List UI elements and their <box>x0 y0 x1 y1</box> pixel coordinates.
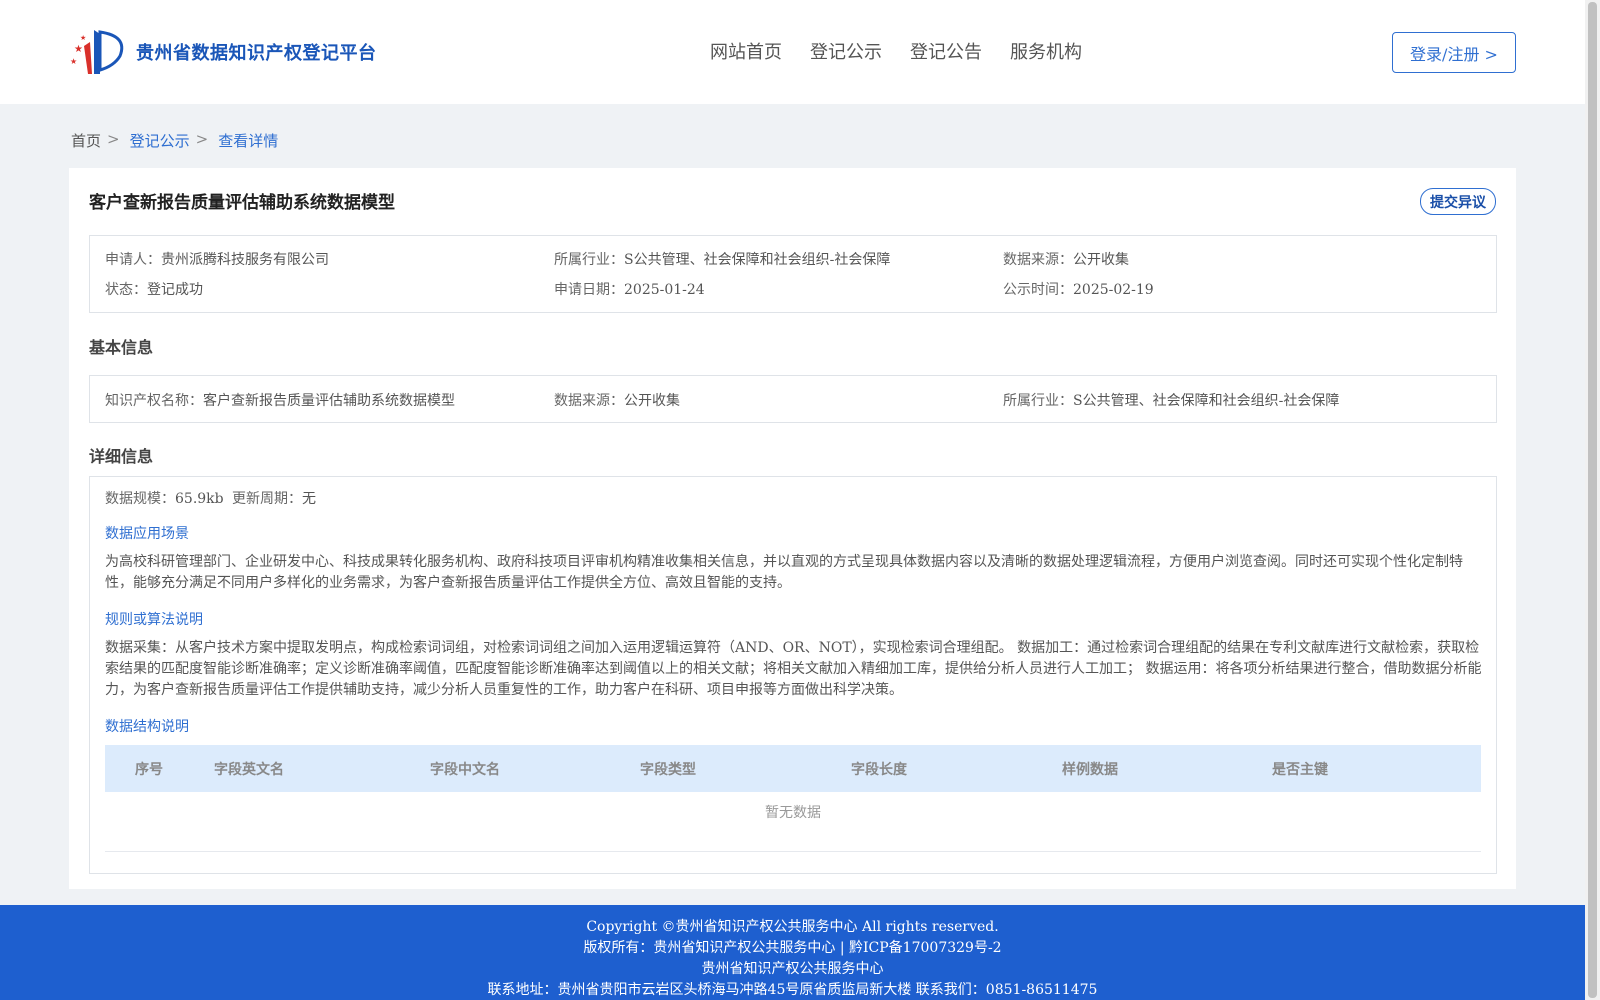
nav-item-registration-notice[interactable]: 登记公告 <box>910 38 982 64</box>
nav-item-service-agencies[interactable]: 服务机构 <box>1010 38 1082 64</box>
ip-name-label: 知识产权名称： <box>105 393 203 409</box>
data-scale-label: 数据规模： <box>105 491 175 507</box>
breadcrumb-separator: > <box>195 130 209 148</box>
basic-info-heading: 基本信息 <box>89 338 154 357</box>
basic-industry-field: 所属行业：S公共管理、社会保障和社会组织-社会保障 <box>1003 390 1339 410</box>
publish-time-field: 公示时间：2025-02-19 <box>1003 279 1154 299</box>
site-header: ★ ★ ★ 贵州省数据知识产权登记平台 网站首页 登记公示 登记公告 服务机构 … <box>0 0 1585 104</box>
industry-label: 所属行业： <box>554 252 624 268</box>
footer-contact: 联系地址：贵州省贵阳市云岩区头桥海马冲路45号原省质监局新大楼 联系我们：085… <box>487 982 1098 998</box>
submit-objection-button[interactable]: 提交异议 <box>1420 188 1496 215</box>
industry-value: S公共管理、社会保障和社会组织-社会保障 <box>624 252 891 268</box>
flag-logo-icon: ★ ★ ★ <box>70 30 124 74</box>
applicant-value: 贵州派腾科技服务有限公司 <box>161 252 329 268</box>
page-scrollbar[interactable] <box>1585 0 1600 1000</box>
summary-box: 申请人：贵州派腾科技服务有限公司 所属行业：S公共管理、社会保障和社会组织-社会… <box>89 235 1497 313</box>
basic-source-value: 公开收集 <box>624 393 680 409</box>
breadcrumb: 首页 > 登记公示 > 查看详情 <box>71 130 278 151</box>
update-cycle-field: 更新周期：无 <box>232 488 316 508</box>
page-title: 客户查新报告质量评估辅助系统数据模型 <box>89 193 395 213</box>
site-title: 贵州省数据知识产权登记平台 <box>136 43 377 64</box>
update-cycle-label: 更新周期： <box>232 491 302 507</box>
svg-text:★: ★ <box>80 34 86 42</box>
main-nav: 网站首页 登记公示 登记公告 服务机构 <box>710 38 1082 64</box>
update-cycle-value: 无 <box>302 491 316 507</box>
column-header-field-length: 字段长度 <box>851 762 907 778</box>
source-field: 数据来源：公开收集 <box>1003 249 1129 269</box>
ip-name-value: 客户查新报告质量评估辅助系统数据模型 <box>203 393 455 409</box>
basic-industry-label: 所属行业： <box>1003 393 1073 409</box>
apply-date-label: 申请日期： <box>554 282 624 298</box>
data-structure-table-header: 序号 字段英文名 字段中文名 字段类型 字段长度 样例数据 是否主键 <box>105 745 1481 792</box>
applicant-label: 申请人： <box>105 252 161 268</box>
svg-text:★: ★ <box>74 44 83 55</box>
apply-date-field: 申请日期：2025-01-24 <box>554 279 705 299</box>
footer-copyright: Copyright ©贵州省知识产权公共服务中心 All rights rese… <box>586 919 999 935</box>
data-scale-field: 数据规模：65.9kb <box>105 488 224 508</box>
site-footer: Copyright ©贵州省知识产权公共服务中心 All rights rese… <box>0 905 1585 1000</box>
column-header-primary-key: 是否主键 <box>1272 762 1328 778</box>
detail-info-heading: 详细信息 <box>89 447 154 466</box>
data-structure-heading: 数据结构说明 <box>105 719 189 735</box>
footer-owner-icp: 版权所有：贵州省知识产权公共服务中心 | 黔ICP备17007329号-2 <box>583 940 1002 956</box>
detail-info-box: 数据规模：65.9kb 更新周期：无 数据应用场景 为高校科研管理部门、企业研发… <box>89 476 1497 874</box>
rules-algorithm-heading: 规则或算法说明 <box>105 612 203 628</box>
data-scale-value: 65.9kb <box>175 491 224 507</box>
basic-source-label: 数据来源： <box>554 393 624 409</box>
breadcrumb-registration-publicity[interactable]: 登记公示 <box>130 130 190 151</box>
rules-algorithm-text: 数据采集：从客户技术方案中提取发明点，构成检索词词组，对检索词词组之间加入运用逻… <box>105 640 1482 698</box>
status-label: 状态： <box>105 282 147 298</box>
column-header-field-cn-name: 字段中文名 <box>430 762 500 778</box>
apply-date-value: 2025-01-24 <box>624 282 705 298</box>
application-scenario-text: 为高校科研管理部门、企业研发中心、科技成果转化服务机构、政府科技项目评审机构精准… <box>105 554 1463 591</box>
column-header-field-en-name: 字段英文名 <box>214 762 284 778</box>
site-logo[interactable]: ★ ★ ★ 贵州省数据知识产权登记平台 <box>70 26 377 78</box>
applicant-field: 申请人：贵州派腾科技服务有限公司 <box>105 249 329 269</box>
breadcrumb-home[interactable]: 首页 <box>71 130 101 151</box>
nav-item-registration-publicity[interactable]: 登记公示 <box>810 38 882 64</box>
industry-field: 所属行业：S公共管理、社会保障和社会组织-社会保障 <box>554 249 890 269</box>
basic-source-field: 数据来源：公开收集 <box>554 390 680 410</box>
publish-time-label: 公示时间： <box>1003 282 1073 298</box>
svg-text:★: ★ <box>70 57 77 66</box>
scrollbar-thumb[interactable] <box>1588 2 1597 998</box>
source-value: 公开收集 <box>1073 252 1129 268</box>
source-label: 数据来源： <box>1003 252 1073 268</box>
application-scenario-heading: 数据应用场景 <box>105 526 189 542</box>
publish-time-value: 2025-02-19 <box>1073 282 1154 298</box>
detail-card: 客户查新报告质量评估辅助系统数据模型 提交异议 申请人：贵州派腾科技服务有限公司… <box>69 168 1516 889</box>
basic-info-box: 知识产权名称：客户查新报告质量评估辅助系统数据模型 数据来源：公开收集 所属行业… <box>89 375 1497 423</box>
table-divider <box>105 851 1481 852</box>
status-value: 登记成功 <box>147 282 203 298</box>
breadcrumb-separator: > <box>107 130 120 148</box>
table-empty-state: 暂无数据 <box>765 805 821 821</box>
status-field: 状态：登记成功 <box>105 279 203 299</box>
ip-name-field: 知识产权名称：客户查新报告质量评估辅助系统数据模型 <box>105 390 455 410</box>
column-header-sample-data: 样例数据 <box>1062 762 1118 778</box>
login-register-button[interactable]: 登录/注册 > <box>1392 32 1516 73</box>
breadcrumb-view-detail: 查看详情 <box>218 132 279 150</box>
column-header-field-type: 字段类型 <box>640 762 696 778</box>
basic-industry-value: S公共管理、社会保障和社会组织-社会保障 <box>1073 393 1340 409</box>
footer-organization: 贵州省知识产权公共服务中心 <box>701 961 884 977</box>
column-header-index: 序号 <box>135 762 163 778</box>
nav-item-home[interactable]: 网站首页 <box>710 38 782 64</box>
